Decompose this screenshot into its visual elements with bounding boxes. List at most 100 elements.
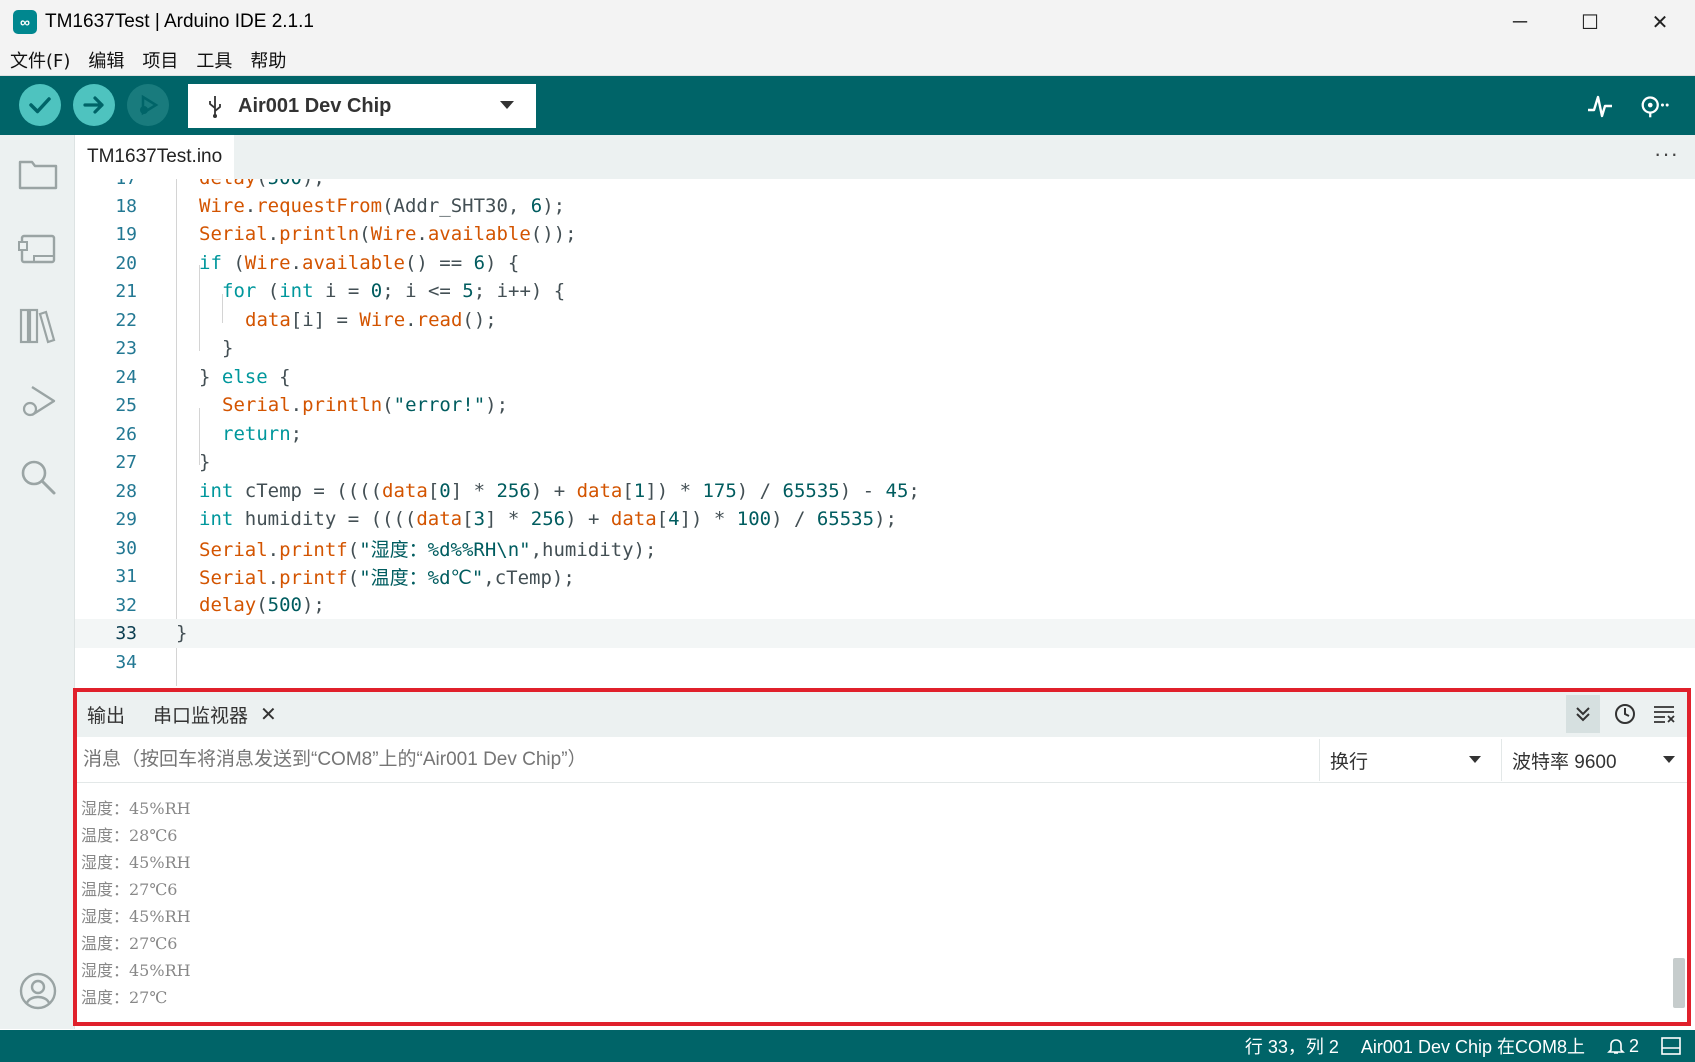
- code-line: 34: [115, 651, 137, 673]
- search-button[interactable]: [18, 457, 58, 497]
- clear-list-icon: [1654, 706, 1675, 723]
- menu-help[interactable]: 帮助: [250, 47, 286, 73]
- account-button[interactable]: [18, 971, 58, 1011]
- code-text: Serial.println("error!");: [222, 394, 509, 417]
- serial-line: 温度：27℃: [81, 988, 168, 1007]
- menu-bar: 文件(F) 编辑 项目 工具 帮助: [0, 44, 1695, 76]
- notifications-button[interactable]: 2: [1607, 1036, 1639, 1057]
- debug-button[interactable]: [127, 84, 169, 126]
- serial-monitor-button[interactable]: [1638, 90, 1670, 122]
- verify-button[interactable]: [19, 84, 61, 126]
- panel-toggle-icon: [1661, 1037, 1681, 1055]
- code-line: 19 Serial.println(Wire.available());: [115, 223, 577, 246]
- code-text: delay(500);: [199, 594, 325, 617]
- toggle-panel-button[interactable]: [1661, 1037, 1681, 1055]
- code-text: Serial.println(Wire.available());: [199, 223, 577, 246]
- code-editor[interactable]: 17 delay(500); 18 Wire.requestFrom(Addr_…: [75, 179, 1695, 686]
- search-icon: [21, 460, 56, 495]
- code-text: return;: [222, 423, 303, 446]
- code-text: if (Wire.available() == 6) {: [199, 252, 520, 275]
- code-text: Serial.printf("温度：%d℃",cTemp);: [199, 566, 575, 589]
- serial-line: 湿度：45%RH: [81, 799, 191, 818]
- message-input[interactable]: [77, 739, 1313, 781]
- status-bar: 行 33，列 2 Air001 Dev Chip 在COM8上 2: [0, 1030, 1695, 1062]
- double-chevron-down-icon: [1576, 707, 1590, 722]
- code-line: 25 Serial.println("error!");: [115, 394, 509, 417]
- code-text: data[i] = Wire.read();: [245, 309, 497, 332]
- panel-tab-bar: 输出 串口监视器 ✕: [77, 692, 1687, 737]
- serial-line: 湿度：45%RH: [81, 961, 191, 980]
- line-ending-value: 换行: [1330, 751, 1369, 773]
- tab-output[interactable]: 输出: [87, 701, 125, 728]
- close-icon[interactable]: ✕: [260, 702, 277, 727]
- code-text: Serial.printf("湿度：%d%%RH\n",humidity);: [199, 538, 657, 561]
- close-button[interactable]: ✕: [1625, 0, 1695, 44]
- usb-icon: [209, 96, 221, 118]
- board-port-status[interactable]: Air001 Dev Chip 在COM8上: [1361, 1033, 1585, 1059]
- window-title: TM1637Test | Arduino IDE 2.1.1: [45, 11, 314, 32]
- chevron-down-icon: [1663, 756, 1675, 763]
- code-line: 28 int cTemp = ((((data[0] * 256) + data…: [115, 480, 920, 503]
- code-line: 27 }: [115, 451, 211, 474]
- menu-tools[interactable]: 工具: [196, 47, 232, 73]
- autoscroll-button[interactable]: [1566, 695, 1600, 733]
- clear-output-button[interactable]: [1647, 695, 1681, 733]
- tab-tm1637test-ino[interactable]: TM1637Test.ino: [75, 135, 235, 179]
- code-text: Wire.requestFrom(Addr_SHT30, 6);: [199, 195, 566, 218]
- code-text: }: [176, 622, 188, 645]
- code-line: 20 if (Wire.available() == 6) {: [115, 252, 520, 275]
- menu-file[interactable]: 文件(F): [10, 47, 70, 73]
- more-options-button[interactable]: ···: [1654, 141, 1679, 167]
- serial-plotter-button[interactable]: [1584, 90, 1616, 122]
- code-line: 30 Serial.printf("湿度：%d%%RH\n",humidity)…: [75, 534, 1695, 563]
- tab-serial-monitor[interactable]: 串口监视器: [153, 701, 248, 728]
- serial-monitor-panel: 输出 串口监视器 ✕ 换行 波特率 9600 湿度：45%RH 温度：28℃6 …: [73, 688, 1691, 1026]
- toolbar: Air001 Dev Chip: [0, 76, 1695, 135]
- serial-output: 湿度：45%RH 温度：28℃6 湿度：45%RH 温度：27℃6 湿度：45%…: [81, 795, 1661, 1011]
- serial-scrollbar[interactable]: [1673, 958, 1685, 1008]
- clock-icon: [1615, 704, 1635, 724]
- code-line: 32 delay(500);: [115, 594, 325, 617]
- line-ending-select[interactable]: 换行: [1319, 739, 1493, 781]
- message-row: 换行 波特率 9600: [77, 737, 1687, 783]
- cursor-position: 行 33，列 2: [1244, 1037, 1339, 1057]
- code-line: 26 return;: [115, 423, 303, 446]
- serial-line: 温度：27℃6: [81, 880, 178, 899]
- debug-panel-button[interactable]: [18, 381, 58, 421]
- code-text: } else {: [199, 366, 291, 389]
- sketchbook-button[interactable]: [18, 153, 58, 193]
- code-text: }: [222, 337, 234, 360]
- serial-line: 湿度：45%RH: [81, 907, 191, 926]
- baud-rate-select[interactable]: 波特率 9600: [1501, 739, 1687, 781]
- code-text: int cTemp = ((((data[0] * 256) + data[1]…: [199, 480, 920, 503]
- baud-rate-value: 波特率 9600: [1512, 751, 1617, 773]
- arrow-right-icon: [83, 96, 104, 114]
- menu-edit[interactable]: 编辑: [88, 47, 124, 73]
- serial-line: 湿度：45%RH: [81, 853, 191, 872]
- code-line: 21 for (int i = 0; i <= 5; i++) {: [115, 280, 566, 303]
- code-text: int humidity = ((((data[3] * 256) + data…: [199, 508, 897, 531]
- upload-button[interactable]: [73, 84, 115, 126]
- activity-sidebar: [0, 135, 75, 1029]
- editor-tab-bar: TM1637Test.ino ···: [75, 135, 1695, 179]
- board-selector[interactable]: Air001 Dev Chip: [188, 84, 536, 128]
- chevron-down-icon: [500, 101, 514, 109]
- board-name: Air001 Dev Chip: [238, 94, 392, 117]
- code-text: delay(500);: [199, 179, 325, 189]
- code-line: 17 delay(500);: [75, 179, 1695, 193]
- minimize-button[interactable]: ─: [1485, 0, 1555, 44]
- code-text: }: [199, 451, 211, 474]
- menu-sketch[interactable]: 项目: [142, 47, 178, 73]
- chevron-down-icon: [1469, 756, 1481, 763]
- library-icon: [19, 308, 56, 344]
- window-controls: ─ ☐ ✕: [1485, 0, 1695, 44]
- timestamp-button[interactable]: [1608, 695, 1642, 733]
- board-icon: [18, 234, 56, 264]
- debug-icon: [140, 94, 159, 116]
- debug-play-icon: [22, 385, 56, 417]
- title-bar: ∞ TM1637Test | Arduino IDE 2.1.1 ─ ☐ ✕: [0, 0, 1695, 44]
- maximize-button[interactable]: ☐: [1555, 0, 1625, 44]
- boards-manager-button[interactable]: [18, 229, 58, 269]
- plotter-icon: [1588, 95, 1612, 118]
- library-manager-button[interactable]: [18, 305, 58, 345]
